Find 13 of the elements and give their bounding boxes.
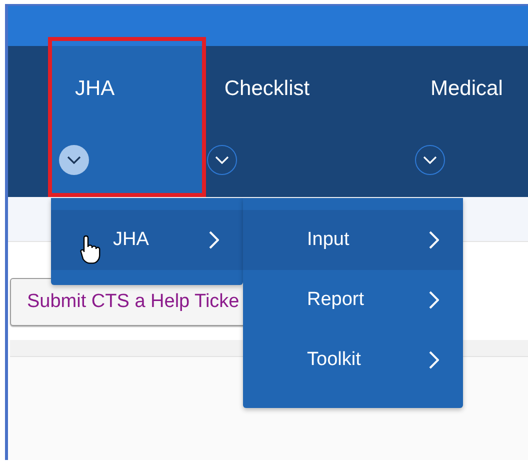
nav-tab[interactable]: Checklist: [202, 46, 408, 197]
chevron-right-icon: [429, 351, 439, 369]
chevron-down-icon[interactable]: [414, 145, 444, 175]
menu-item[interactable]: Input: [243, 210, 463, 270]
menu-item[interactable]: Toolkit: [243, 330, 463, 390]
chevron-right-icon: [429, 231, 439, 249]
menu-item[interactable]: JHA: [51, 210, 243, 270]
chevron-down-icon[interactable]: [59, 145, 89, 175]
chevron-right-icon: [209, 231, 219, 249]
nav-tab[interactable]: Medical: [408, 46, 528, 197]
chevron-down-icon[interactable]: [207, 145, 238, 175]
chevron-right-icon: [429, 291, 439, 309]
hand-cursor-icon: [80, 234, 102, 264]
